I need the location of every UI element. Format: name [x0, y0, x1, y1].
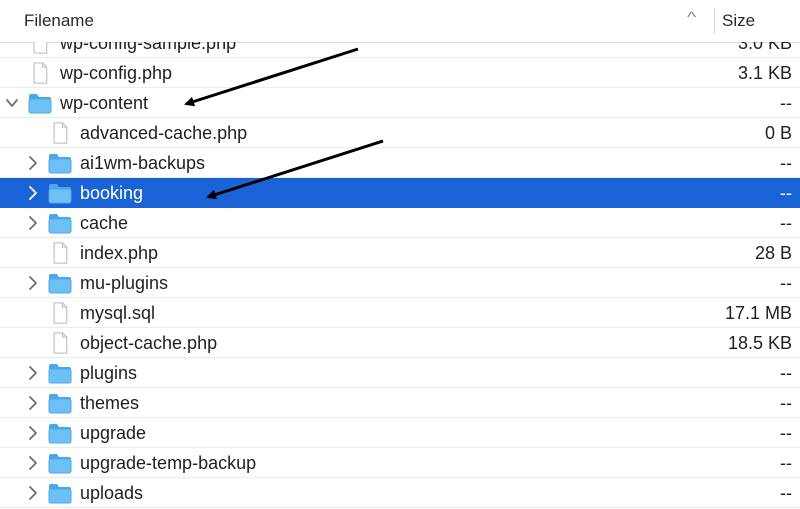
folder-icon	[48, 482, 72, 504]
file-size: --	[780, 423, 792, 443]
file-size: 3.0 KB	[737, 42, 792, 53]
document-icon	[28, 62, 52, 84]
document-icon	[48, 332, 72, 354]
filename-label: uploads	[80, 483, 144, 503]
chevron-right-icon[interactable]	[26, 185, 40, 201]
file-size: --	[780, 453, 792, 473]
file-size: 18.5 KB	[727, 333, 792, 353]
filename-label: upgrade	[80, 423, 147, 443]
filename-label: index.php	[80, 243, 159, 263]
chevron-right-icon[interactable]	[26, 485, 40, 501]
file-size: --	[780, 363, 792, 383]
filename-label: booking	[80, 183, 144, 203]
filename-label: ai1wm-backups	[80, 153, 206, 173]
column-header: Filename ^ Size	[0, 0, 800, 43]
chevron-right-icon[interactable]	[26, 395, 40, 411]
file-list: wp-config-sample.php 3.0 KB wp-config.php 3…	[0, 42, 800, 508]
file-row[interactable]: mysql.sql 17.1 MB	[0, 298, 800, 328]
folder-row[interactable]: mu-plugins --	[0, 268, 800, 298]
chevron-right-icon[interactable]	[26, 455, 40, 471]
file-row[interactable]: advanced-cache.php 0 B	[0, 118, 800, 148]
file-size: --	[780, 153, 792, 173]
filename-label: mu-plugins	[80, 273, 169, 293]
folder-row[interactable]: upgrade --	[0, 418, 800, 448]
filename-label: cache	[80, 213, 129, 233]
file-size: --	[780, 213, 792, 233]
chevron-right-icon[interactable]	[26, 275, 40, 291]
filename-label: object-cache.php	[80, 333, 218, 353]
document-icon	[28, 42, 52, 54]
folder-icon	[48, 452, 72, 474]
folder-icon	[48, 212, 72, 234]
folder-icon	[48, 182, 72, 204]
file-size: 3.1 KB	[737, 63, 792, 83]
filename-label: themes	[80, 393, 140, 413]
file-size: --	[780, 183, 792, 203]
chevron-right-icon[interactable]	[26, 215, 40, 231]
folder-icon	[28, 92, 52, 114]
folder-row[interactable]: cache --	[0, 208, 800, 238]
filename-label: upgrade-temp-backup	[80, 453, 257, 473]
file-size: --	[780, 393, 792, 413]
size-column-header[interactable]: Size	[722, 11, 755, 31]
chevron-down-icon[interactable]	[5, 95, 19, 111]
document-icon	[48, 122, 72, 144]
document-icon	[48, 242, 72, 264]
file-row[interactable]: index.php 28 B	[0, 238, 800, 268]
file-size: 0 B	[764, 123, 792, 143]
folder-icon	[48, 392, 72, 414]
folder-row[interactable]: upgrade-temp-backup --	[0, 448, 800, 478]
folder-icon	[48, 362, 72, 384]
file-row[interactable]: object-cache.php 18.5 KB	[0, 328, 800, 358]
file-size: 17.1 MB	[724, 303, 792, 323]
folder-icon	[48, 152, 72, 174]
file-size: --	[780, 483, 792, 503]
file-size: --	[780, 273, 792, 293]
filename-label: wp-config-sample.php	[60, 42, 237, 53]
file-size: 28 B	[754, 243, 792, 263]
chevron-right-icon[interactable]	[26, 155, 40, 171]
folder-row[interactable]: themes --	[0, 388, 800, 418]
chevron-right-icon[interactable]	[26, 365, 40, 381]
folder-row[interactable]: wp-content --	[0, 88, 800, 118]
column-divider[interactable]	[714, 8, 715, 34]
filename-column-header[interactable]: Filename	[24, 11, 94, 31]
folder-icon	[48, 422, 72, 444]
folder-row[interactable]: ai1wm-backups --	[0, 148, 800, 178]
file-size: --	[780, 93, 792, 113]
filename-label: mysql.sql	[80, 303, 156, 323]
file-row[interactable]: wp-config.php 3.1 KB	[0, 58, 800, 88]
folder-row[interactable]: uploads --	[0, 478, 800, 508]
folder-icon	[48, 272, 72, 294]
filename-label: wp-content	[60, 93, 149, 113]
filename-label: wp-config.php	[60, 63, 173, 83]
chevron-right-icon[interactable]	[26, 425, 40, 441]
filename-label: advanced-cache.php	[80, 123, 248, 143]
document-icon	[48, 302, 72, 324]
folder-row[interactable]: plugins --	[0, 358, 800, 388]
filename-label: plugins	[80, 363, 138, 383]
file-row[interactable]: wp-config-sample.php 3.0 KB	[0, 42, 800, 58]
chevron-up-icon[interactable]: ^	[687, 9, 696, 26]
folder-row[interactable]: booking --	[0, 178, 800, 208]
